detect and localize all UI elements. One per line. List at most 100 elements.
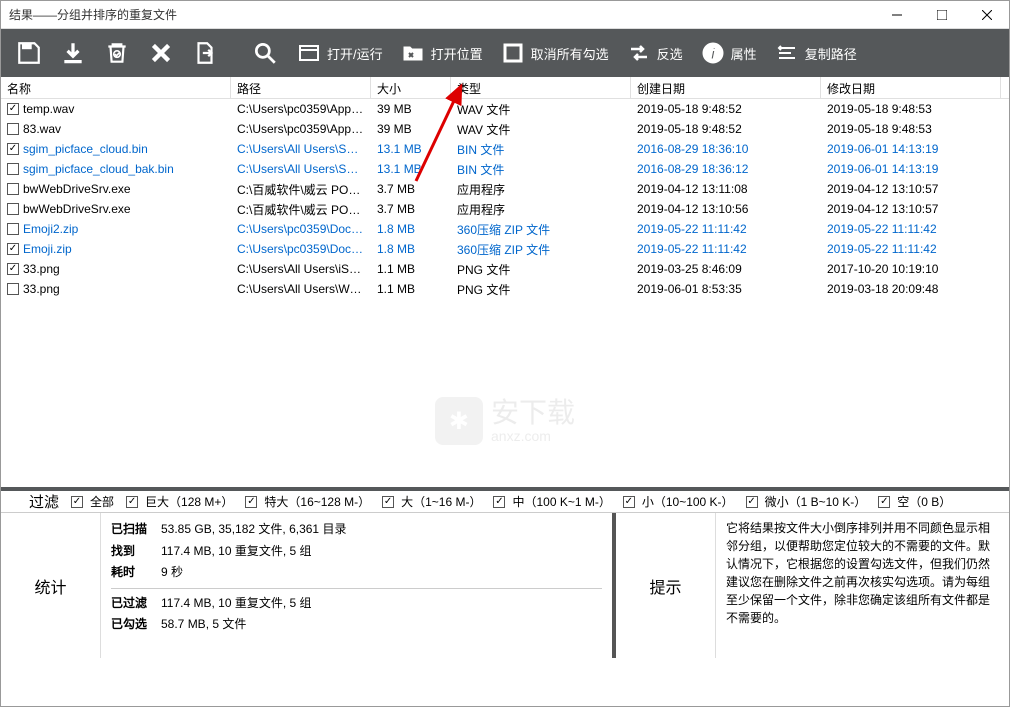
col-type[interactable]: 类型: [451, 77, 631, 98]
filter-all[interactable]: 全部: [71, 493, 114, 510]
row-checkbox[interactable]: [7, 183, 19, 195]
svg-text:i: i: [710, 46, 715, 63]
window-title: 结果——分组并排序的重复文件: [9, 6, 874, 23]
cell-path: C:\Users\pc0359\Docu...: [231, 222, 371, 236]
download-button[interactable]: [53, 33, 93, 73]
found-key: 找到: [111, 541, 161, 563]
deselect-all-button[interactable]: 取消所有勾选: [493, 33, 615, 73]
open-run-button[interactable]: 打开/运行: [289, 33, 389, 73]
cell-modified: 2019-06-01 14:13:19: [821, 162, 1001, 176]
row-checkbox[interactable]: [7, 163, 19, 175]
table-row[interactable]: sgim_picface_cloud_bak.binC:\Users\All U…: [1, 159, 1009, 179]
save-icon: [15, 39, 43, 67]
properties-button[interactable]: i 属性: [693, 33, 763, 73]
cell-path: C:\Users\pc0359\Docu...: [231, 242, 371, 256]
table-row[interactable]: Emoji.zipC:\Users\pc0359\Docu...1.8 MB36…: [1, 239, 1009, 259]
filter-label: 过滤: [9, 491, 59, 512]
cell-created: 2019-03-25 8:46:09: [631, 262, 821, 276]
found-val: 117.4 MB, 10 重复文件, 5 组: [161, 541, 312, 563]
cell-type: 应用程序: [451, 181, 631, 198]
table-row[interactable]: 33.pngC:\Users\All Users\iSky...1.1 MBPN…: [1, 259, 1009, 279]
tip-panel: 提示 它将结果按文件大小倒序排列并用不同颜色显示相邻分组，以便帮助您定位较大的不…: [616, 513, 1009, 658]
row-checkbox[interactable]: [7, 103, 19, 115]
cell-size: 3.7 MB: [371, 182, 451, 196]
shield-icon: ✱: [435, 397, 483, 445]
stats-panel: 统计 已扫描53.85 GB, 35,182 文件, 6,361 目录 找到11…: [1, 513, 616, 658]
col-path[interactable]: 路径: [231, 77, 371, 98]
cell-size: 1.1 MB: [371, 262, 451, 276]
cell-name: temp.wav: [23, 102, 74, 116]
table-row[interactable]: bwWebDriveSrv.exeC:\百威软件\威云 POS...3.7 MB…: [1, 199, 1009, 219]
cell-name: bwWebDriveSrv.exe: [23, 182, 131, 196]
cell-modified: 2019-05-18 9:48:53: [821, 122, 1001, 136]
cell-size: 1.8 MB: [371, 222, 451, 236]
cell-type: PNG 文件: [451, 281, 631, 298]
cell-modified: 2019-06-01 14:13:19: [821, 142, 1001, 156]
filter-medium[interactable]: 中（100 K~1 M-）: [493, 493, 610, 510]
filter-small[interactable]: 小（10~100 K-）: [623, 493, 734, 510]
checked-val: 58.7 MB, 5 文件: [161, 614, 246, 636]
table-row[interactable]: 83.wavC:\Users\pc0359\AppD...39 MBWAV 文件…: [1, 119, 1009, 139]
table-row[interactable]: 33.pngC:\Users\All Users\Won...1.1 MBPNG…: [1, 279, 1009, 299]
cell-path: C:\Users\All Users\iSky...: [231, 262, 371, 276]
filter-huge[interactable]: 巨大（128 M+）: [126, 493, 233, 510]
cell-path: C:\Users\pc0359\AppD...: [231, 102, 371, 116]
copy-path-button[interactable]: 复制路径: [767, 33, 863, 73]
filter-xlarge[interactable]: 特大（16~128 M-）: [245, 493, 370, 510]
copy-path-label: 复制路径: [805, 44, 857, 63]
minimize-button[interactable]: [874, 1, 919, 29]
cell-path: C:\百威软件\威云 POS...: [231, 181, 371, 198]
table-row[interactable]: temp.wavC:\Users\pc0359\AppD...39 MBWAV …: [1, 99, 1009, 119]
cell-created: 2019-05-22 11:11:42: [631, 242, 821, 256]
row-checkbox[interactable]: [7, 283, 19, 295]
row-checkbox[interactable]: [7, 143, 19, 155]
row-checkbox[interactable]: [7, 123, 19, 135]
cell-size: 3.7 MB: [371, 202, 451, 216]
filter-large[interactable]: 大（1~16 M-）: [382, 493, 481, 510]
filter-tiny[interactable]: 微小（1 B~10 K-）: [746, 493, 867, 510]
open-location-button[interactable]: 打开位置: [393, 33, 489, 73]
filtered-key: 已过滤: [111, 593, 161, 615]
save-button[interactable]: [9, 33, 49, 73]
delete-button[interactable]: [141, 33, 181, 73]
row-checkbox[interactable]: [7, 223, 19, 235]
x-icon: [147, 39, 175, 67]
col-name[interactable]: 名称: [1, 77, 231, 98]
search-icon: [251, 39, 279, 67]
col-created[interactable]: 创建日期: [631, 77, 821, 98]
cell-created: 2019-04-12 13:11:08: [631, 182, 821, 196]
cell-modified: 2019-03-18 20:09:48: [821, 282, 1001, 296]
filter-empty[interactable]: 空（0 B）: [878, 493, 951, 510]
table-row[interactable]: Emoji2.zipC:\Users\pc0359\Docu...1.8 MB3…: [1, 219, 1009, 239]
invert-button[interactable]: 反选: [619, 33, 689, 73]
cell-created: 2019-04-12 13:10:56: [631, 202, 821, 216]
folder-open-icon: [399, 39, 427, 67]
cell-type: 360压缩 ZIP 文件: [451, 241, 631, 258]
cell-path: C:\Users\All Users\Sog...: [231, 162, 371, 176]
cell-type: WAV 文件: [451, 121, 631, 138]
close-button[interactable]: [964, 1, 1009, 29]
watermark-url: anxz.com: [491, 429, 575, 444]
recycle-button[interactable]: [97, 33, 137, 73]
titlebar: 结果——分组并排序的重复文件: [1, 1, 1009, 29]
cell-size: 13.1 MB: [371, 162, 451, 176]
move-button[interactable]: [185, 33, 225, 73]
col-size[interactable]: 大小: [371, 77, 451, 98]
row-checkbox[interactable]: [7, 263, 19, 275]
properties-label: 属性: [731, 44, 757, 63]
stats-title: 统计: [1, 513, 101, 658]
cell-modified: 2019-05-18 9:48:53: [821, 102, 1001, 116]
table-row[interactable]: bwWebDriveSrv.exe C:\百威软件\威云 POS...3.7 MB…: [1, 179, 1009, 199]
window-icon: [295, 39, 323, 67]
maximize-button[interactable]: [919, 1, 964, 29]
results-grid[interactable]: 名称 路径 大小 类型 创建日期 修改日期 temp.wav C:\Users\p…: [1, 77, 1009, 487]
open-run-label: 打开/运行: [327, 44, 383, 63]
cell-path: C:\百威软件\威云 POS...: [231, 201, 371, 218]
path-icon: [773, 39, 801, 67]
search-button[interactable]: [245, 33, 285, 73]
cell-created: 2016-08-29 18:36:10: [631, 142, 821, 156]
col-modified[interactable]: 修改日期: [821, 77, 1001, 98]
row-checkbox[interactable]: [7, 203, 19, 215]
table-row[interactable]: sgim_picface_cloud.binC:\Users\All Users…: [1, 139, 1009, 159]
row-checkbox[interactable]: [7, 243, 19, 255]
